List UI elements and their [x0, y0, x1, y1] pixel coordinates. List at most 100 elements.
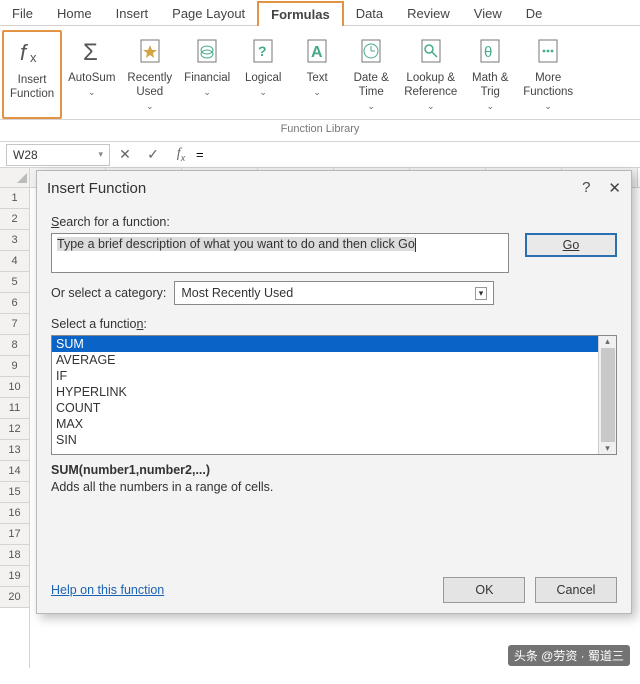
- more-functions-button[interactable]: More Functions ⌄: [517, 30, 579, 119]
- tab-home[interactable]: Home: [45, 2, 104, 25]
- function-list-item[interactable]: SIN: [52, 432, 598, 448]
- function-list-item[interactable]: AVERAGE: [52, 352, 598, 368]
- logical-button[interactable]: ? Logical ⌄: [236, 30, 290, 119]
- financial-button[interactable]: Financial ⌄: [178, 30, 236, 119]
- ok-button[interactable]: OK: [443, 577, 525, 603]
- row-header[interactable]: 20: [0, 587, 29, 608]
- search-label: SSearch for a function:earch for a funct…: [51, 215, 617, 229]
- formula-input[interactable]: [196, 147, 396, 162]
- chevron-down-icon: ⌄: [203, 87, 211, 98]
- function-list[interactable]: SUMAVERAGEIFHYPERLINKCOUNTMAXSIN ▴▾: [51, 335, 617, 455]
- svg-text:?: ?: [258, 43, 267, 59]
- search-input-value: Type a brief description of what you wan…: [57, 237, 415, 251]
- go-button[interactable]: Go: [525, 233, 617, 257]
- dialog-titlebar: Insert Function ? ✕: [37, 171, 631, 205]
- date-time-label: Date & Time: [354, 72, 389, 100]
- tab-data[interactable]: Data: [344, 2, 395, 25]
- search-icon: [414, 34, 448, 68]
- chevron-down-icon: ⌄: [486, 101, 494, 112]
- row-header[interactable]: 18: [0, 545, 29, 566]
- row-header[interactable]: 7: [0, 314, 29, 335]
- row-header[interactable]: 16: [0, 503, 29, 524]
- search-input[interactable]: Type a brief description of what you wan…: [51, 233, 509, 273]
- chevron-down-icon: ⌄: [146, 101, 154, 112]
- cancel-button[interactable]: Cancel: [535, 577, 617, 603]
- chevron-down-icon: ⌄: [427, 101, 435, 112]
- chevron-down-icon: ⌄: [88, 87, 96, 98]
- tab-formulas[interactable]: Formulas: [257, 1, 344, 26]
- select-function-label: Select a function:: [51, 317, 617, 331]
- row-header[interactable]: 10: [0, 377, 29, 398]
- svg-text:x: x: [30, 50, 37, 65]
- name-box[interactable]: W28▾: [6, 144, 110, 166]
- row-header[interactable]: 13: [0, 440, 29, 461]
- chevron-down-icon: ⌄: [259, 87, 267, 98]
- math-label: Math & Trig: [472, 72, 508, 100]
- autosum-label: AutoSum: [68, 72, 115, 86]
- math-trig-button[interactable]: θ Math & Trig ⌄: [463, 30, 517, 119]
- lookup-reference-button[interactable]: Lookup & Reference ⌄: [398, 30, 463, 119]
- row-header[interactable]: 3: [0, 230, 29, 251]
- row-header[interactable]: 2: [0, 209, 29, 230]
- clock-icon: [354, 34, 388, 68]
- tab-page-layout[interactable]: Page Layout: [160, 2, 257, 25]
- function-list-item[interactable]: IF: [52, 368, 598, 384]
- scrollbar[interactable]: ▴▾: [598, 336, 616, 454]
- recently-used-label: Recently Used: [127, 72, 172, 100]
- row-header[interactable]: 5: [0, 272, 29, 293]
- financial-label: Financial: [184, 72, 230, 86]
- date-time-button[interactable]: Date & Time ⌄: [344, 30, 398, 119]
- chevron-down-icon: ⌄: [313, 87, 321, 98]
- row-header[interactable]: 19: [0, 566, 29, 587]
- row-header[interactable]: 6: [0, 293, 29, 314]
- insert-function-button[interactable]: fx Insert Function: [2, 30, 62, 119]
- cancel-formula-icon[interactable]: ✕: [116, 146, 134, 163]
- row-header[interactable]: 9: [0, 356, 29, 377]
- chevron-down-icon: ⌄: [544, 101, 552, 112]
- ribbon-group-label: Function Library: [0, 120, 640, 142]
- insert-function-label: Insert Function: [10, 74, 54, 102]
- logical-label: Logical: [245, 72, 281, 86]
- row-header[interactable]: 15: [0, 482, 29, 503]
- more-label: More Functions: [523, 72, 573, 100]
- function-signature: SUM(number1,number2,...): [51, 463, 617, 477]
- autosum-button[interactable]: Σ AutoSum ⌄: [62, 30, 121, 119]
- financial-icon: [190, 34, 224, 68]
- row-header[interactable]: 4: [0, 251, 29, 272]
- lookup-label: Lookup & Reference: [404, 72, 457, 100]
- help-icon[interactable]: ?: [582, 179, 590, 197]
- row-header[interactable]: 11: [0, 398, 29, 419]
- recently-used-button[interactable]: Recently Used ⌄: [121, 30, 178, 119]
- ribbon: fx Insert Function Σ AutoSum ⌄ Recently …: [0, 26, 640, 120]
- tab-developer-partial[interactable]: De: [514, 2, 555, 25]
- select-all-corner[interactable]: [0, 168, 29, 188]
- help-link[interactable]: Help on this function: [51, 583, 164, 597]
- ribbon-tabs: File Home Insert Page Layout Formulas Da…: [0, 0, 640, 26]
- logical-icon: ?: [246, 34, 280, 68]
- fx-icon-small[interactable]: fx: [172, 146, 190, 163]
- function-list-item[interactable]: MAX: [52, 416, 598, 432]
- function-list-item[interactable]: HYPERLINK: [52, 384, 598, 400]
- category-select[interactable]: Most Recently Used▾: [174, 281, 494, 305]
- star-icon: [133, 34, 167, 68]
- function-list-item[interactable]: SUM: [52, 336, 598, 352]
- tab-view[interactable]: View: [462, 2, 514, 25]
- text-icon: A: [300, 34, 334, 68]
- tab-file[interactable]: File: [0, 2, 45, 25]
- text-button[interactable]: A Text ⌄: [290, 30, 344, 119]
- row-header[interactable]: 17: [0, 524, 29, 545]
- insert-function-dialog: Insert Function ? ✕ SSearch for a functi…: [36, 170, 632, 614]
- svg-text:Σ: Σ: [83, 39, 98, 66]
- svg-text:θ: θ: [484, 44, 492, 61]
- svg-text:A: A: [311, 44, 323, 61]
- close-icon[interactable]: ✕: [608, 179, 621, 197]
- row-header[interactable]: 1: [0, 188, 29, 209]
- function-list-item[interactable]: COUNT: [52, 400, 598, 416]
- enter-formula-icon[interactable]: ✓: [144, 146, 162, 163]
- more-icon: [531, 34, 565, 68]
- row-header[interactable]: 12: [0, 419, 29, 440]
- tab-insert[interactable]: Insert: [104, 2, 161, 25]
- row-header[interactable]: 8: [0, 335, 29, 356]
- tab-review[interactable]: Review: [395, 2, 462, 25]
- row-header[interactable]: 14: [0, 461, 29, 482]
